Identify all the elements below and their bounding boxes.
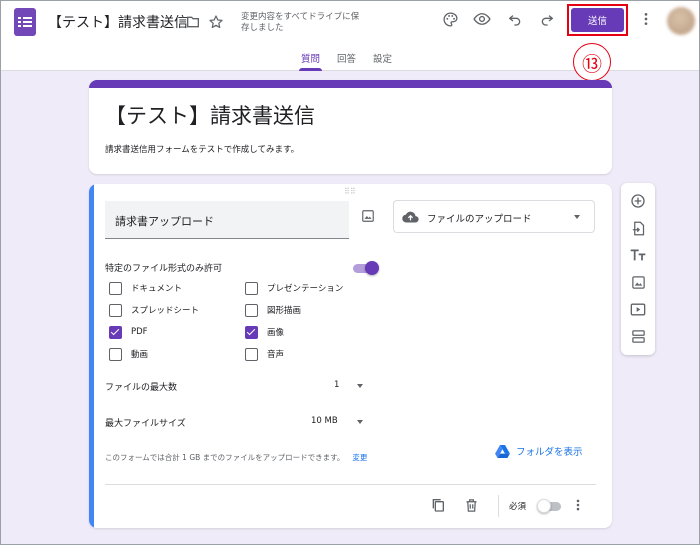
max-size-value[interactable]: 10 MB: [311, 416, 338, 426]
delete-icon[interactable]: [459, 493, 483, 517]
file-type-video[interactable]: 動画: [109, 347, 148, 361]
folder-icon[interactable]: [181, 10, 205, 34]
cloud-upload-icon: [402, 211, 419, 223]
file-type-audio[interactable]: 音声: [245, 347, 284, 361]
drag-handle-icon[interactable]: ⠿⠿: [344, 187, 356, 196]
import-questions-icon[interactable]: [629, 219, 647, 237]
drive-icon: [495, 444, 510, 458]
checkbox[interactable]: [109, 281, 122, 295]
checkbox-checked[interactable]: [109, 325, 122, 339]
required-label: 必須: [509, 502, 527, 512]
checkbox-checked[interactable]: [245, 325, 258, 339]
checkbox[interactable]: [245, 281, 258, 295]
max-size-chevron-icon[interactable]: [357, 420, 363, 424]
star-icon[interactable]: [204, 10, 228, 34]
upload-limit-note: このフォームでは合計 1 GB までのファイルをアップロードできます。 変更: [105, 453, 368, 462]
max-files-label: ファイルの最大数: [105, 383, 178, 393]
preview-icon[interactable]: [470, 7, 494, 31]
add-video-icon[interactable]: [629, 300, 647, 318]
checkbox[interactable]: [109, 347, 122, 361]
active-card-indicator: [89, 184, 94, 528]
palette-icon[interactable]: [438, 7, 462, 31]
file-type-document[interactable]: ドキュメント: [109, 281, 182, 295]
card-more-icon[interactable]: [566, 493, 590, 517]
footer-separator: [498, 495, 499, 517]
question-card[interactable]: ⠿⠿ 請求書アップロード ファイルのアップロード 特定のファイル形式のみ許可 ド…: [89, 184, 612, 528]
send-button[interactable]: 送信: [571, 8, 624, 32]
step-annotation: ⑬: [573, 43, 611, 81]
required-toggle[interactable]: [537, 499, 565, 513]
chevron-down-icon: [574, 215, 580, 219]
duplicate-icon[interactable]: [426, 493, 450, 517]
file-type-image[interactable]: 画像: [245, 325, 284, 339]
checkbox[interactable]: [109, 303, 122, 317]
max-files-chevron-icon[interactable]: [357, 384, 363, 388]
more-vert-icon[interactable]: [634, 7, 658, 31]
restrict-types-toggle[interactable]: [351, 261, 379, 275]
form-title[interactable]: 【テスト】請求書送信: [105, 100, 315, 130]
file-type-drawing[interactable]: 図形描画: [245, 303, 301, 317]
add-title-icon[interactable]: [629, 246, 647, 264]
add-image-icon[interactable]: [361, 208, 375, 227]
tab-bar: 質問 回答 設定: [298, 51, 392, 71]
tab-settings[interactable]: 設定: [373, 51, 392, 71]
max-size-label: 最大ファイルサイズ: [105, 419, 186, 429]
save-status: 変更内容をすべてドライブに保存しました: [241, 12, 360, 33]
restrict-types-label: 特定のファイル形式のみ許可: [105, 264, 223, 274]
file-type-presentation[interactable]: プレゼンテーション: [245, 281, 343, 295]
change-limit-link[interactable]: 変更: [352, 453, 367, 462]
question-title: 請求書アップロード: [115, 215, 214, 228]
max-files-value[interactable]: 1: [334, 380, 339, 390]
checkbox[interactable]: [245, 347, 258, 361]
forms-logo-icon[interactable]: [14, 8, 36, 36]
app-frame: 【テスト】請求書送信 変更内容をすべてドライブに保存しました 送信 質問 回答: [0, 0, 700, 545]
question-type-label: ファイルのアップロード: [427, 214, 532, 225]
checkbox[interactable]: [245, 303, 258, 317]
add-section-icon[interactable]: [629, 327, 647, 345]
card-footer-divider: [105, 484, 596, 485]
question-type-select[interactable]: ファイルのアップロード: [393, 200, 595, 233]
tab-questions[interactable]: 質問: [298, 51, 323, 71]
tab-responses[interactable]: 回答: [337, 51, 356, 71]
undo-icon[interactable]: [503, 7, 527, 31]
add-image-icon[interactable]: [629, 273, 647, 291]
document-title[interactable]: 【テスト】請求書送信: [48, 12, 188, 32]
form-title-card[interactable]: 【テスト】請求書送信 請求書送信用フォームをテストで作成してみます。: [89, 80, 612, 174]
title-card-accent: [89, 80, 612, 88]
add-question-icon[interactable]: [629, 192, 647, 210]
side-toolbar: [621, 183, 655, 355]
file-type-spreadsheet[interactable]: スプレッドシート: [109, 303, 199, 317]
redo-icon[interactable]: [535, 7, 559, 31]
view-folder-link[interactable]: フォルダを表示: [495, 444, 583, 458]
avatar[interactable]: [667, 7, 695, 35]
question-title-field[interactable]: 請求書アップロード: [105, 201, 349, 239]
form-description[interactable]: 請求書送信用フォームをテストで作成してみます。: [105, 143, 299, 155]
file-type-pdf[interactable]: PDF: [109, 325, 148, 339]
